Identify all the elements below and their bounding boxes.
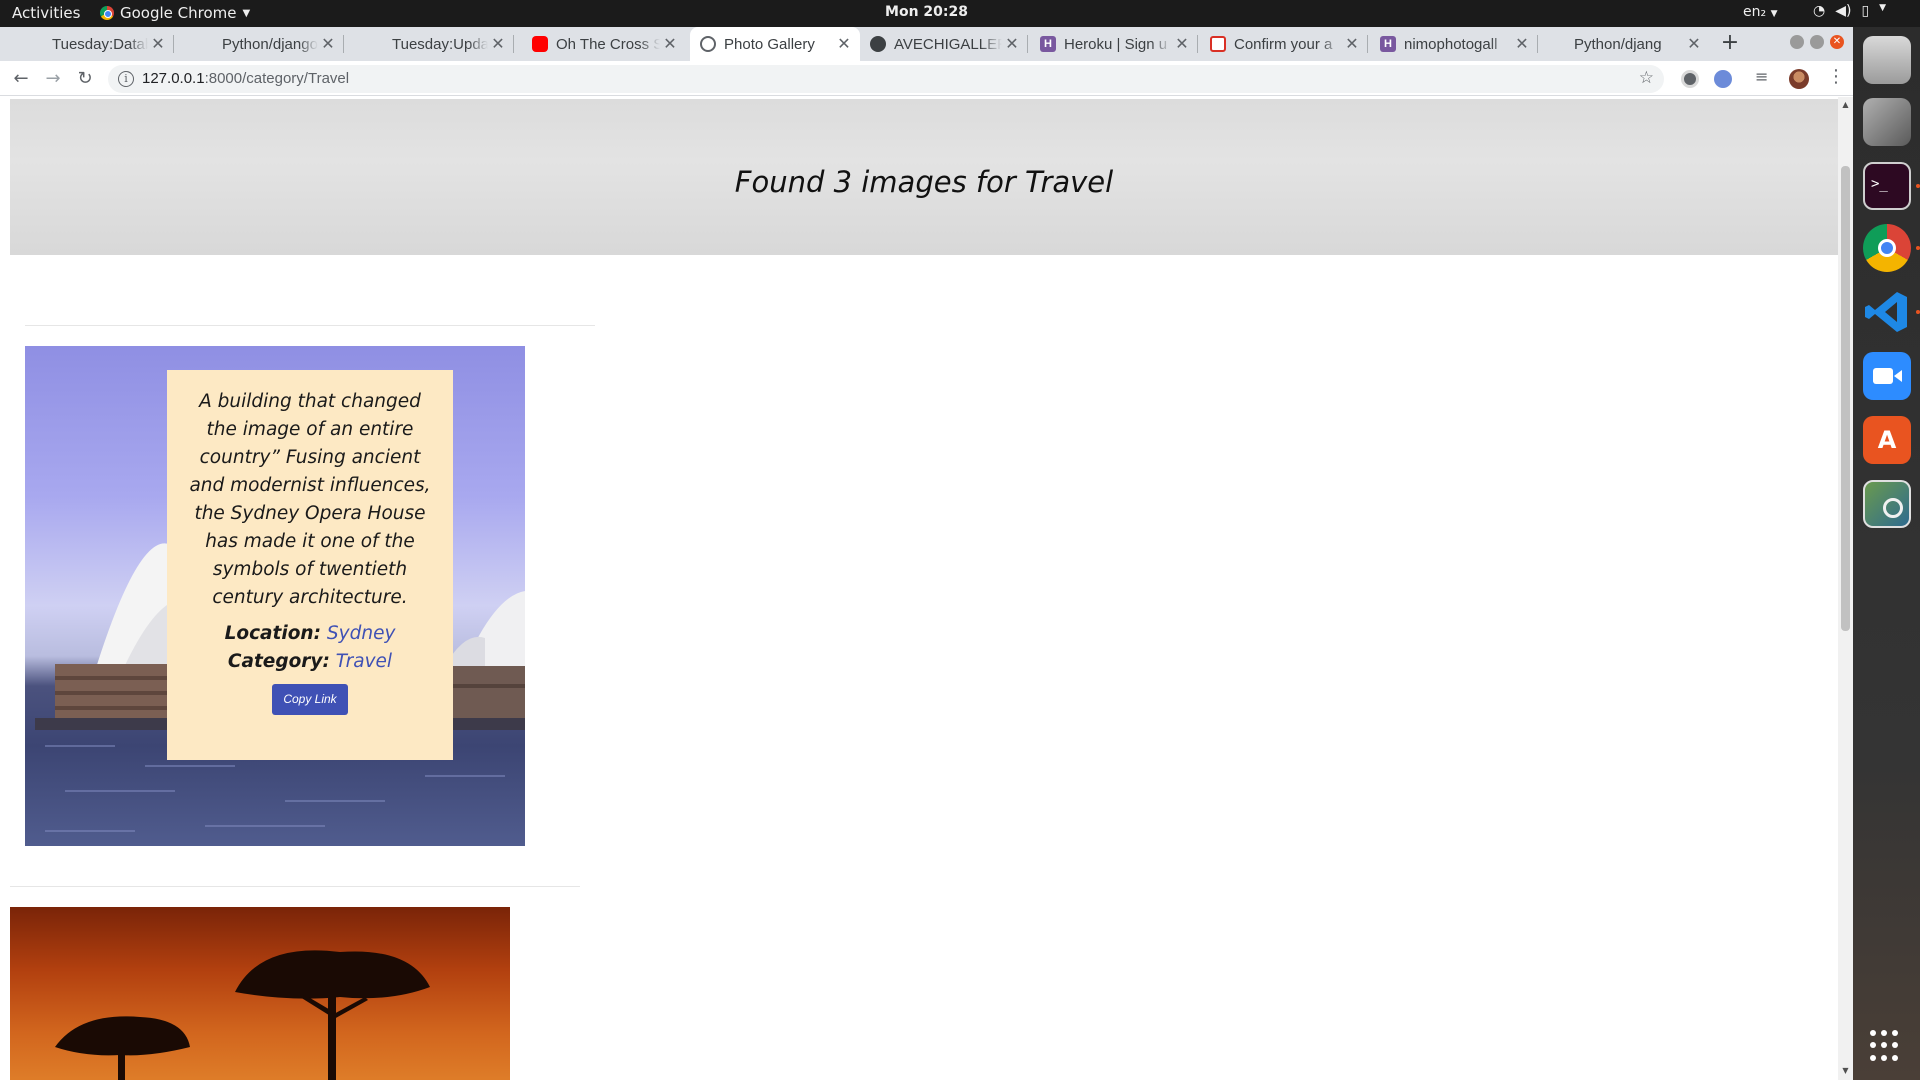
- input-language-indicator[interactable]: en₂ ▼: [1743, 4, 1777, 20]
- tab-title: Python/djang: [1574, 35, 1662, 53]
- divider: [25, 325, 595, 326]
- image-category: Category: Travel: [167, 648, 453, 676]
- tab-tuesday-update[interactable]: Tuesday:Updat ✕: [358, 27, 514, 61]
- browser-toolbar: ← → ↻ i 127.0.0.1:8000/category/Travel ☆: [0, 61, 1853, 96]
- youtube-icon: [532, 36, 548, 52]
- close-icon[interactable]: ✕: [834, 34, 854, 54]
- dot-icon: [198, 36, 214, 52]
- menu-kebab-icon[interactable]: ⋮: [1827, 66, 1845, 87]
- page-header-banner: Found 3 images for Travel: [10, 99, 1838, 255]
- tab-nimophotogallery[interactable]: H nimophotogall ✕: [1370, 27, 1538, 61]
- volume-icon: ◀): [1835, 3, 1852, 19]
- show-apps-icon[interactable]: [1870, 1030, 1902, 1062]
- divider: [10, 886, 580, 887]
- reload-button[interactable]: ↻: [72, 66, 98, 92]
- dot-icon: [368, 36, 384, 52]
- wifi-icon: ◔: [1813, 3, 1826, 19]
- close-icon[interactable]: ✕: [1684, 34, 1704, 54]
- system-tray[interactable]: ◔ ◀) ▯ ▼: [1813, 3, 1886, 19]
- chevron-down-icon: ▼: [1879, 3, 1887, 13]
- window-close-button[interactable]: ✕: [1830, 35, 1844, 49]
- image-location: Location: Sydney: [167, 620, 453, 648]
- minimize-button[interactable]: [1790, 35, 1804, 49]
- scroll-up-arrow[interactable]: ▲: [1838, 98, 1853, 112]
- zoom-icon[interactable]: [1863, 352, 1911, 400]
- dot-icon: [1550, 36, 1566, 52]
- software-center-icon[interactable]: A: [1863, 416, 1911, 464]
- tab-title: Confirm your a: [1234, 35, 1333, 53]
- tab-title: AVECHIGALLER: [894, 35, 1002, 53]
- close-icon[interactable]: ✕: [318, 34, 338, 54]
- media-control-icon[interactable]: ≡: [1755, 67, 1768, 86]
- location-link[interactable]: Sydney: [327, 623, 396, 644]
- extension-dark-mode-icon[interactable]: [1681, 70, 1699, 88]
- clock[interactable]: Mon 20:28: [0, 4, 1853, 20]
- vscode-icon[interactable]: [1863, 288, 1911, 336]
- gmail-icon: [1210, 36, 1226, 52]
- tab-heroku-signup[interactable]: H Heroku | Sign u ✕: [1030, 27, 1198, 61]
- close-icon[interactable]: ✕: [1172, 34, 1192, 54]
- gallery-image-sunset-trees[interactable]: [10, 907, 510, 1080]
- settings-icon[interactable]: [1863, 98, 1911, 146]
- tab-oh-the-cross[interactable]: Oh The Cross Sp ✕: [522, 27, 686, 61]
- tab-strip: Tuesday:Datab ✕ Python/django ✕ Tuesday:…: [0, 27, 1853, 61]
- battery-icon: ▯: [1861, 3, 1870, 19]
- bookmark-star-icon[interactable]: ☆: [1639, 68, 1654, 88]
- category-label: Category:: [227, 651, 330, 672]
- forward-button[interactable]: →: [40, 66, 66, 92]
- extension-icon[interactable]: [1714, 70, 1732, 88]
- scroll-down-arrow[interactable]: ▼: [1838, 1064, 1853, 1078]
- globe-icon: [700, 36, 716, 52]
- image-caption-card: A building that changed the image of an …: [167, 370, 453, 760]
- close-icon[interactable]: ✕: [1512, 34, 1532, 54]
- tab-title: Tuesday:Updat: [392, 35, 488, 53]
- language-label: en₂: [1743, 4, 1767, 20]
- tab-tuesday-database[interactable]: Tuesday:Datab ✕: [18, 27, 174, 61]
- close-icon[interactable]: ✕: [1342, 34, 1362, 54]
- close-icon[interactable]: ✕: [1002, 34, 1022, 54]
- page-title: Found 3 images for Travel: [734, 165, 1114, 199]
- new-tab-button[interactable]: +: [1718, 31, 1742, 55]
- tab-python-django-1[interactable]: Python/django ✕: [188, 27, 344, 61]
- tab-avechigallery[interactable]: AVECHIGALLER ✕: [860, 27, 1028, 61]
- address-bar[interactable]: i 127.0.0.1:8000/category/Travel ☆: [108, 65, 1664, 93]
- tab-title: Heroku | Sign u: [1064, 35, 1168, 53]
- tab-confirm-account[interactable]: Confirm your a ✕: [1200, 27, 1368, 61]
- close-icon[interactable]: ✕: [488, 34, 508, 54]
- profile-avatar[interactable]: [1789, 69, 1809, 89]
- back-button[interactable]: ←: [8, 66, 34, 92]
- github-icon: [870, 36, 886, 52]
- maximize-button[interactable]: [1810, 35, 1824, 49]
- tab-photo-gallery[interactable]: Photo Gallery ✕: [690, 27, 860, 61]
- page-scrollbar-thumb[interactable]: [1841, 166, 1850, 631]
- chevron-down-icon: ▼: [1770, 9, 1778, 19]
- tab-python-django-2[interactable]: Python/djang ✕: [1540, 27, 1710, 61]
- image-viewer-icon[interactable]: [1863, 480, 1911, 528]
- heroku-icon: H: [1040, 36, 1056, 52]
- close-icon[interactable]: ✕: [660, 34, 680, 54]
- location-label: Location:: [224, 623, 322, 644]
- page-viewport: Found 3 images for Travel A building tha…: [0, 97, 1853, 1080]
- tab-title: Oh The Cross Sp: [556, 35, 660, 53]
- site-info-icon[interactable]: i: [118, 71, 134, 87]
- category-link[interactable]: Travel: [336, 651, 392, 672]
- image-description: A building that changed the image of an …: [189, 391, 431, 608]
- tab-title: Python/django: [222, 35, 318, 53]
- tab-title: nimophotogall: [1404, 35, 1498, 53]
- close-icon[interactable]: ✕: [148, 34, 168, 54]
- dot-icon: [28, 36, 44, 52]
- url-text: 127.0.0.1:8000/category/Travel: [142, 70, 350, 87]
- heroku-icon: H: [1380, 36, 1396, 52]
- tab-title: Tuesday:Datab: [52, 35, 148, 53]
- chrome-icon[interactable]: [1863, 224, 1911, 272]
- gnome-top-bar: Activities Google Chrome ▼ Mon 20:28 en₂…: [0, 0, 1920, 27]
- sunset-acacia-photo: [55, 950, 430, 1080]
- copy-link-button[interactable]: Copy Link: [272, 684, 348, 715]
- files-icon[interactable]: [1863, 36, 1911, 84]
- tab-title: Photo Gallery: [724, 35, 815, 53]
- terminal-icon[interactable]: >_: [1863, 162, 1911, 210]
